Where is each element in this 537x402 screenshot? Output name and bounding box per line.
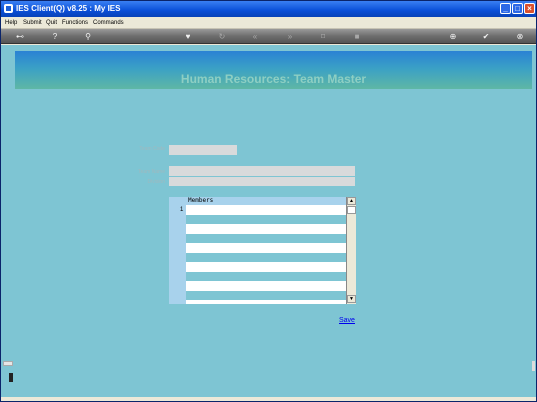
help-icon[interactable]: ? xyxy=(49,31,61,42)
menu-bar: Help Submit Quit Functions Commands xyxy=(1,17,536,29)
table-row[interactable] xyxy=(186,272,346,281)
division-field[interactable] xyxy=(169,177,355,186)
table-row[interactable] xyxy=(186,215,346,224)
scroll-thumb[interactable] xyxy=(347,206,356,214)
check-icon[interactable]: ✔ xyxy=(480,31,492,42)
rewind-icon[interactable]: « xyxy=(249,31,261,42)
key-icon[interactable]: ⊷ xyxy=(11,31,29,42)
page-header: Human Resources: Team Master xyxy=(15,51,532,89)
vertical-scrollbar[interactable]: ▲ ▼ xyxy=(346,197,356,304)
app-window: IES Client(Q) v8.25 : My IES _ □ × Help … xyxy=(0,0,537,402)
refresh-icon[interactable]: ↻ xyxy=(216,31,228,42)
maximize-button[interactable]: □ xyxy=(512,3,523,14)
minimize-button[interactable]: _ xyxy=(500,3,511,14)
team-code-field[interactable] xyxy=(169,145,237,155)
row-number: 1 xyxy=(180,207,184,213)
bookmark-icon[interactable]: ⌑ xyxy=(317,31,329,42)
team-name-field[interactable] xyxy=(169,166,355,176)
search-icon[interactable]: ⚲ xyxy=(82,31,94,42)
close-icon[interactable]: ⊗ xyxy=(514,31,526,42)
table-row[interactable] xyxy=(186,234,346,243)
app-icon xyxy=(4,4,13,13)
menu-help[interactable]: Help xyxy=(5,17,17,29)
side-handle-top xyxy=(3,361,13,366)
menu-commands[interactable]: Commands xyxy=(93,17,124,29)
team-name-label: Team Name xyxy=(138,169,165,175)
fast-forward-icon[interactable]: » xyxy=(284,31,296,42)
scroll-up-icon[interactable]: ▲ xyxy=(347,197,356,205)
menu-functions[interactable]: Functions xyxy=(62,17,88,29)
menu-submit[interactable]: Submit xyxy=(23,17,42,29)
window-title: IES Client(Q) v8.25 : My IES xyxy=(16,4,121,13)
main-content: Human Resources: Team Master Team Code T… xyxy=(1,45,536,397)
side-handle-bar xyxy=(9,373,13,382)
row-header-column xyxy=(169,197,186,304)
table-row[interactable] xyxy=(186,253,346,262)
scroll-down-icon[interactable]: ▼ xyxy=(347,295,356,303)
heart-icon[interactable]: ♥ xyxy=(182,31,194,42)
menu-quit[interactable]: Quit xyxy=(46,17,57,29)
close-window-button[interactable]: × xyxy=(524,3,535,14)
members-column-header: Members xyxy=(186,197,346,205)
team-code-label: Team Code xyxy=(139,146,165,152)
toolbar: ⊷ ? ⚲ ♥ ↻ « » ⌑ ■ ⊕ ✔ ⊗ xyxy=(1,29,536,44)
stop-icon[interactable]: ■ xyxy=(351,31,363,42)
division-label: Division xyxy=(147,179,165,185)
members-grid[interactable]: Members 1 ▲ ▼ xyxy=(169,197,356,304)
page-title: Human Resources: Team Master xyxy=(180,72,367,86)
side-handle xyxy=(3,361,13,385)
right-edge-handle xyxy=(532,361,535,371)
title-bar: IES Client(Q) v8.25 : My IES _ □ × xyxy=(1,1,536,17)
table-row[interactable] xyxy=(186,291,346,300)
save-link[interactable]: Save xyxy=(339,317,355,324)
add-icon[interactable]: ⊕ xyxy=(447,31,459,42)
